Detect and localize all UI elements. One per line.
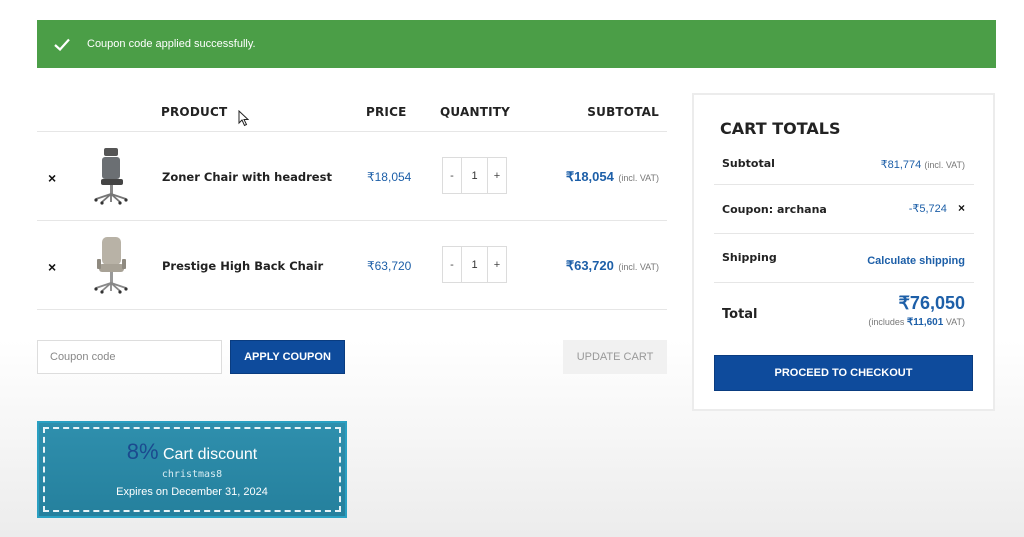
- promo-expiry: Expires on December 31, 2024: [116, 486, 268, 498]
- product-name-link[interactable]: Prestige High Back Chair: [162, 259, 323, 273]
- total-vat-note: (includes ₹11,601 VAT): [868, 317, 965, 328]
- check-icon: [37, 38, 87, 51]
- remove-coupon-button[interactable]: ×: [958, 201, 965, 215]
- quantity-increase-button[interactable]: +: [488, 158, 506, 193]
- header-product: PRODUCT: [161, 105, 228, 119]
- product-name-link[interactable]: Zoner Chair with headrest: [162, 170, 332, 184]
- promo-title: Cart discount: [162, 446, 258, 463]
- remove-item-button[interactable]: ×: [48, 259, 56, 275]
- coupon-row: Coupon: archana -₹5,724 ×: [714, 185, 974, 234]
- total-label: Total: [722, 307, 758, 322]
- table-header: PRODUCT PRICE QUANTITY SUBTOTAL: [37, 94, 667, 132]
- header-price: PRICE: [366, 105, 407, 119]
- vat-note: (incl. VAT): [618, 262, 659, 272]
- coupon-code-input[interactable]: [37, 340, 222, 374]
- promo-coupon-card[interactable]: 8% Cart discount christmas8 Expires on D…: [37, 421, 347, 518]
- apply-coupon-button[interactable]: APPLY COUPON: [230, 340, 345, 374]
- coupon-label: Coupon: archana: [722, 203, 827, 216]
- product-image-executive-chair[interactable]: [82, 235, 140, 295]
- shipping-label: Shipping: [722, 251, 777, 264]
- success-notice: Coupon code applied successfully.: [37, 20, 996, 68]
- remove-item-button[interactable]: ×: [48, 170, 56, 186]
- cart-table: PRODUCT PRICE QUANTITY SUBTOTAL × Zoner …: [37, 94, 667, 310]
- quantity-decrease-button[interactable]: -: [443, 158, 461, 193]
- quantity-stepper[interactable]: - 1 +: [442, 157, 507, 194]
- subtotal-label: Subtotal: [722, 157, 775, 170]
- coupon-value-wrap: -₹5,724 ×: [909, 201, 965, 215]
- subtotal-value-wrap: ₹81,774 (incl. VAT): [881, 158, 965, 171]
- product-price: ₹63,720: [367, 259, 412, 273]
- proceed-to-checkout-button[interactable]: PROCEED TO CHECKOUT: [714, 355, 973, 391]
- includes-prefix: (includes: [868, 317, 905, 327]
- mouse-cursor-icon: [238, 110, 249, 127]
- includes-value: ₹11,601: [906, 317, 944, 328]
- total-value: ₹76,050: [898, 293, 965, 313]
- subtotal-vat-note: (incl. VAT): [924, 160, 965, 170]
- calculate-shipping-link[interactable]: Calculate shipping: [867, 255, 965, 267]
- quantity-input[interactable]: 1: [461, 247, 488, 282]
- table-row: × Zoner Chair with headrest ₹18,054 - 1 …: [37, 132, 667, 221]
- table-row: × Prestige High Back Chair ₹63,720 - 1 +…: [37, 221, 667, 310]
- vat-note: (incl. VAT): [618, 173, 659, 183]
- line-subtotal: ₹18,054 (incl. VAT): [566, 168, 659, 186]
- header-quantity: QUANTITY: [440, 105, 511, 119]
- total-row: Total ₹76,050 (includes ₹11,601 VAT): [714, 283, 974, 339]
- total-value-wrap: ₹76,050 (includes ₹11,601 VAT): [868, 293, 965, 328]
- promo-code: christmas8: [161, 469, 223, 480]
- subtotal-value: ₹81,774: [880, 159, 922, 171]
- coupon-discount-value: -₹5,724: [908, 203, 947, 215]
- cart-totals-panel: CART TOTALS Subtotal ₹81,774 (incl. VAT)…: [692, 93, 995, 411]
- header-subtotal: SUBTOTAL: [587, 105, 659, 119]
- update-cart-button[interactable]: UPDATE CART: [563, 340, 667, 374]
- line-subtotal: ₹63,720 (incl. VAT): [566, 257, 659, 275]
- line-subtotal-amount: ₹63,720: [565, 258, 614, 273]
- subtotal-row: Subtotal ₹81,774 (incl. VAT): [714, 145, 974, 185]
- notice-message: Coupon code applied successfully.: [87, 38, 256, 50]
- promo-headline: 8% Cart discount: [45, 439, 339, 465]
- shipping-row: Shipping Calculate shipping: [714, 234, 974, 283]
- cart-totals-title: CART TOTALS: [720, 119, 841, 138]
- quantity-input[interactable]: 1: [461, 158, 488, 193]
- product-image-office-chair[interactable]: [82, 146, 140, 206]
- line-subtotal-amount: ₹18,054: [565, 169, 614, 184]
- includes-suffix: VAT): [945, 317, 965, 327]
- promo-percent: 8%: [126, 439, 159, 464]
- quantity-stepper[interactable]: - 1 +: [442, 246, 507, 283]
- promo-dashed-border: 8% Cart discount christmas8 Expires on D…: [43, 427, 341, 512]
- quantity-increase-button[interactable]: +: [488, 247, 506, 282]
- quantity-decrease-button[interactable]: -: [443, 247, 461, 282]
- product-price: ₹18,054: [367, 170, 412, 184]
